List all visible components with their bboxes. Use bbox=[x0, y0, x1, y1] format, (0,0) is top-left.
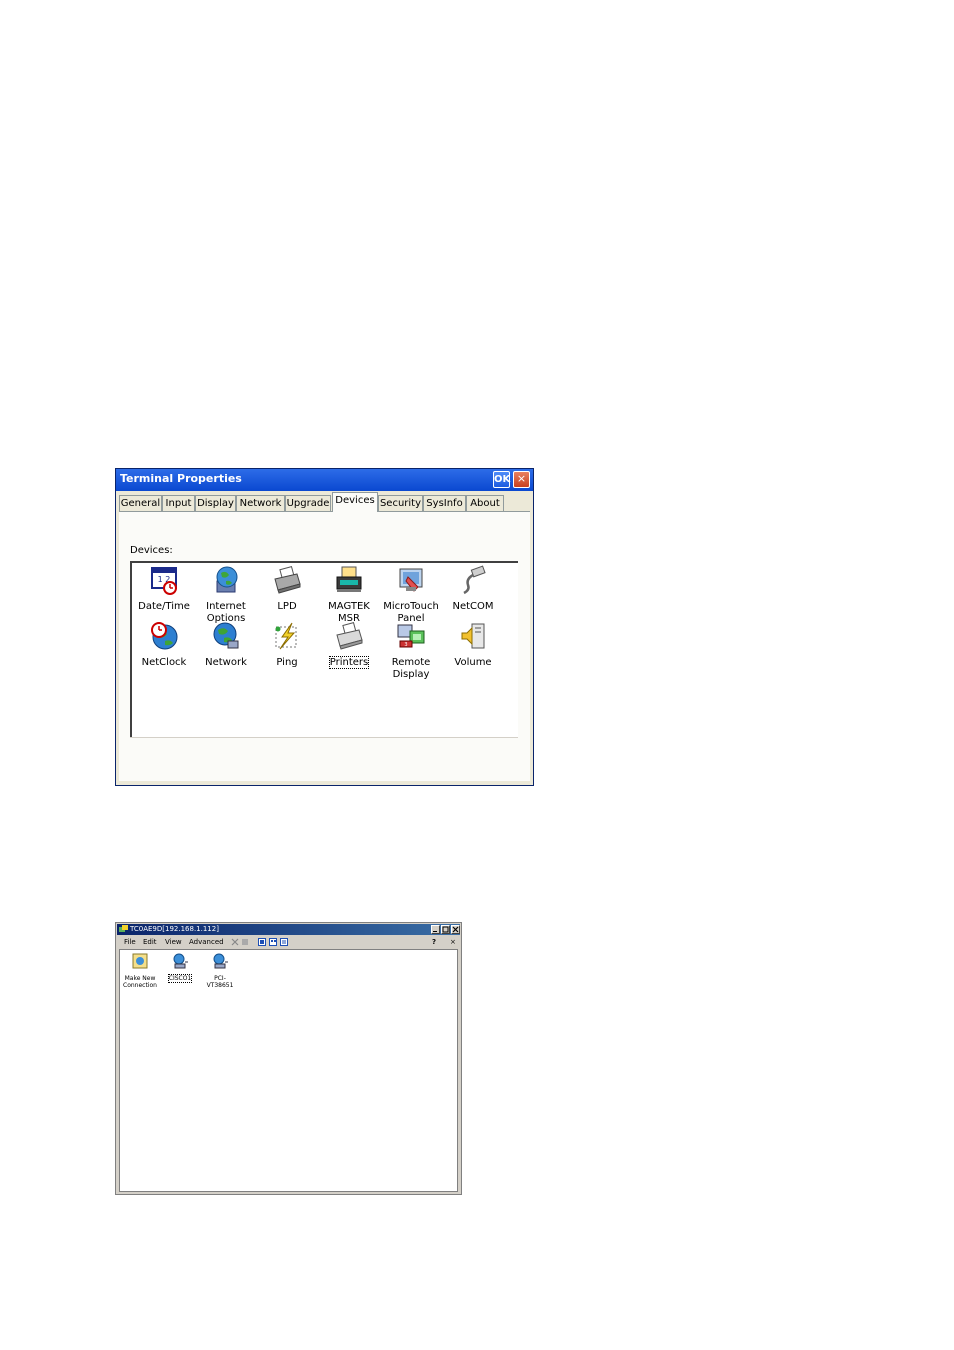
device-ping[interactable]: Ping bbox=[256, 621, 318, 669]
connection-icon bbox=[173, 953, 188, 969]
device-date-time[interactable]: 1 2 Date/Time bbox=[133, 565, 195, 613]
ping-icon bbox=[275, 622, 297, 650]
device-label: Date/Time bbox=[138, 601, 190, 612]
device-label: Volume bbox=[454, 657, 492, 668]
window-title: Terminal Properties bbox=[120, 472, 242, 485]
connection-item-cisco1[interactable]: CISCO1 bbox=[160, 952, 200, 983]
serial-cable-icon bbox=[463, 565, 486, 595]
device-label: LPD bbox=[277, 601, 297, 612]
tab-input[interactable]: Input bbox=[162, 495, 195, 511]
title-bar: TC0AE9D[192.168.1.112] bbox=[117, 924, 460, 935]
printer-icon bbox=[274, 566, 301, 594]
delete-icon[interactable] bbox=[231, 938, 239, 946]
list-divider bbox=[130, 737, 518, 738]
menu-close-button[interactable]: × bbox=[450, 937, 456, 947]
properties-icon[interactable] bbox=[241, 938, 249, 946]
ok-button[interactable]: OK bbox=[493, 471, 510, 488]
menu-view[interactable]: View bbox=[165, 937, 182, 947]
window-close-button[interactable] bbox=[451, 925, 460, 934]
svg-text:3: 3 bbox=[404, 642, 407, 648]
new-connection-icon bbox=[132, 953, 148, 969]
make-new-connection-item[interactable]: Make New Connection bbox=[120, 952, 160, 989]
small-icons-icon[interactable] bbox=[269, 938, 277, 946]
device-netclock[interactable]: NetClock bbox=[133, 621, 195, 669]
list-view-icon[interactable] bbox=[280, 938, 288, 946]
device-label: Remote Display bbox=[391, 657, 431, 680]
connection-manager-window: TC0AE9D[192.168.1.112] File Edit View Ad… bbox=[115, 922, 462, 1195]
device-label: Ping bbox=[276, 657, 298, 668]
device-network[interactable]: Network bbox=[195, 621, 257, 669]
maximize-button[interactable] bbox=[441, 925, 450, 934]
device-label: Printers bbox=[328, 656, 370, 669]
printers-icon bbox=[336, 622, 363, 650]
device-magtek-msr[interactable]: MAGTEK MSR bbox=[318, 565, 380, 625]
card-reader-icon bbox=[336, 566, 362, 592]
tab-display[interactable]: Display bbox=[195, 495, 236, 511]
network-globe-icon bbox=[213, 622, 239, 649]
device-label: NetCOM bbox=[452, 601, 494, 612]
connection-label: Make New Connection bbox=[123, 975, 157, 989]
devices-list: 1 2 Date/Time Internet Options LPD MAGTE… bbox=[130, 561, 518, 737]
connection-item-pci-vt38651[interactable]: PCI- VT38651 bbox=[200, 952, 240, 989]
tab-network[interactable]: Network bbox=[236, 495, 285, 511]
tab-upgrade[interactable]: Upgrade bbox=[285, 495, 331, 511]
device-volume[interactable]: Volume bbox=[442, 621, 504, 669]
device-microtouch-panel[interactable]: MicroTouch Panel bbox=[380, 565, 442, 625]
device-remote-display[interactable]: 3 Remote Display bbox=[380, 621, 442, 681]
minimize-button[interactable] bbox=[431, 925, 440, 934]
close-button[interactable]: × bbox=[513, 471, 530, 488]
device-netcom[interactable]: NetCOM bbox=[442, 565, 504, 613]
app-icon bbox=[119, 925, 128, 932]
connection-label: PCI- VT38651 bbox=[206, 975, 234, 989]
tab-security[interactable]: Security bbox=[378, 495, 423, 511]
tab-devices[interactable]: Devices bbox=[332, 492, 378, 512]
close-icon bbox=[452, 926, 459, 933]
device-printers[interactable]: Printers bbox=[318, 621, 380, 669]
connection-label: CISCO1 bbox=[167, 974, 193, 983]
maximize-icon bbox=[442, 926, 449, 933]
minimize-icon bbox=[433, 931, 437, 932]
globe-monitor-icon bbox=[216, 566, 238, 593]
remote-display-icon: 3 bbox=[397, 624, 425, 648]
devices-label: Devices: bbox=[130, 545, 173, 556]
menu-edit[interactable]: Edit bbox=[143, 937, 157, 947]
connections-view: Make New Connection CISCO1 PCI- VT38651 bbox=[119, 949, 458, 1192]
tab-sysinfo[interactable]: SysInfo bbox=[423, 495, 466, 511]
tab-general[interactable]: General bbox=[119, 495, 162, 511]
touch-panel-icon bbox=[399, 568, 423, 592]
connection-icon bbox=[213, 953, 228, 969]
menu-file[interactable]: File bbox=[124, 937, 136, 947]
help-button[interactable]: ? bbox=[432, 937, 436, 947]
device-lpd[interactable]: LPD bbox=[256, 565, 318, 613]
globe-clock-icon bbox=[151, 622, 178, 650]
calendar-clock-icon: 1 2 bbox=[151, 567, 177, 595]
terminal-properties-window: Terminal Properties OK × General Input D… bbox=[115, 468, 534, 786]
device-label: NetClock bbox=[141, 657, 187, 668]
large-icons-icon[interactable] bbox=[258, 938, 266, 946]
speaker-icon bbox=[461, 623, 485, 649]
tab-about[interactable]: About bbox=[466, 495, 504, 511]
device-internet-options[interactable]: Internet Options bbox=[195, 565, 257, 625]
title-bar: Terminal Properties OK × bbox=[116, 469, 533, 491]
menu-advanced[interactable]: Advanced bbox=[189, 937, 224, 947]
device-label: Network bbox=[205, 657, 247, 668]
window-title: TC0AE9D[192.168.1.112] bbox=[130, 925, 219, 933]
menu-bar: File Edit View Advanced ? × bbox=[117, 936, 460, 948]
